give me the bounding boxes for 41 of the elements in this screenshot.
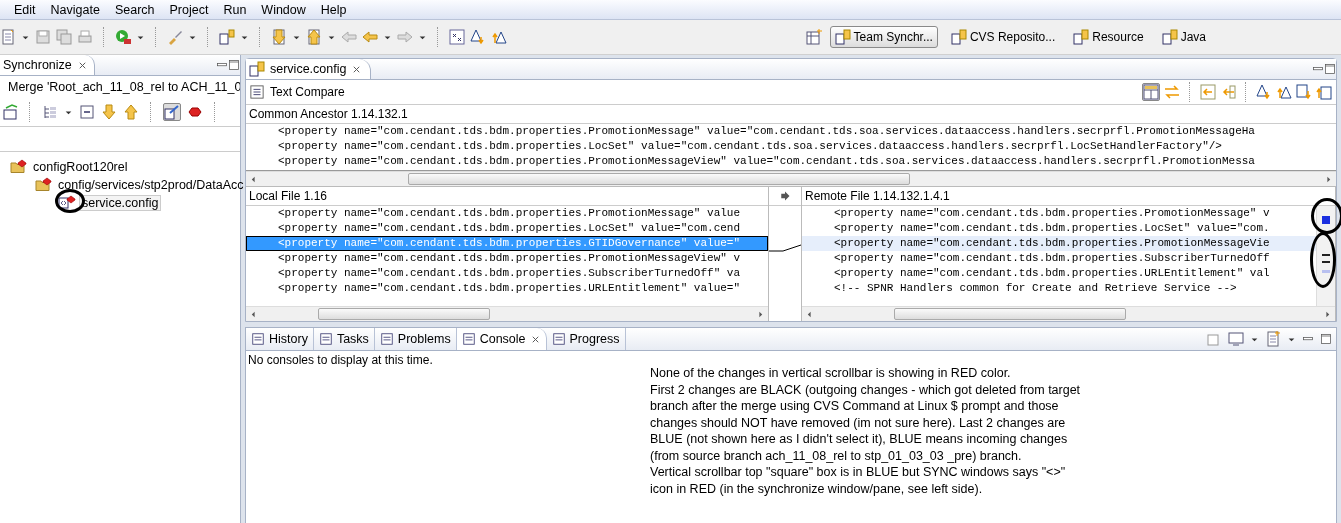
- tree-item[interactable]: service.config: [79, 195, 162, 211]
- perspective-button[interactable]: CVS Reposito...: [945, 26, 1061, 48]
- code-line: <property name="com.cendant.tds.bdm.properties.PromotionMessageView" value="com.cendant.tds.soa.services.dataaccess.handlers.secrprfl.PromotionMessa: [277, 154, 1256, 169]
- annotation-text: First 2 changes are BLACK (outgoing changes - which got deleted from target branch after the merge using CVS Command at Linux $ prompt and those changes should NOT have removed (im not sure here). Last 2 changes are BLUE (not shown here as I didn't select it), BLUE means incoming changes (from source branch ach_11_08_rel to stp_01_03_03 _pre) branch.: [650, 381, 1082, 464]
- tree-item[interactable]: configRoot120rel: [31, 160, 130, 174]
- pane-label: Remote File 1.14.132.1.4.1: [805, 189, 950, 203]
- code-line: <property name="com.cendant.tds.bdm.properties.PromotionMessage" value="com.cendant.tds.soa.services.dataaccess.handlers.secrprfl.PromotionMessageHa: [277, 124, 1256, 139]
- code-line: <property name="com.cendant.tds.bdm.properties.LocSet" value="com.: [833, 221, 1271, 236]
- synchronization-title: Merge 'Root_ach_11_08_rel to ACH_11_0: [8, 80, 240, 94]
- menu-item[interactable]: Search: [114, 2, 155, 17]
- code-line: <property name="com.cendant.tds.bdm.properties.PromotionMessage" value: [277, 206, 742, 221]
- annotation-text: Vertical scrollbar top "square" box is in BLUE but SYNC windows says "<>" icon in RED (in the synchronize window/pane, see left side).: [650, 464, 1067, 497]
- panel-tab[interactable]: Tasks: [313, 328, 375, 350]
- menu-item[interactable]: Help: [320, 2, 347, 17]
- menu-item[interactable]: Run: [223, 2, 247, 17]
- code-line: <property name="com.cendant.tds.bdm.properties.SubscriberTurnedOff" va: [277, 266, 742, 281]
- annotation-text: None of the changes in vertical scrollbar is showing in RED color.: [650, 365, 1012, 382]
- code-line: <property name="com.cendant.tds.bdm.properties.PromotionMessage" v: [833, 206, 1271, 221]
- code-line: <property name="com.cendant.tds.bdm.properties.URLEntitlement" value=": [277, 281, 742, 296]
- menu-item[interactable]: Window: [261, 2, 306, 17]
- menu-item[interactable]: Project: [169, 2, 209, 17]
- compare-title: Text Compare: [270, 85, 345, 99]
- code-line: <property name="com.cendant.tds.bdm.properties.URLEntitlement" val: [833, 266, 1271, 281]
- menu-item[interactable]: Edit: [14, 2, 36, 17]
- perspective-button[interactable]: Resource: [1068, 26, 1149, 48]
- pane-label: Common Ancestor 1.14.132.1: [249, 107, 408, 121]
- code-line: <!-- SPNR Handlers common for Create and Retrieve Service -->: [833, 281, 1238, 296]
- code-line: <property name="com.cendant.tds.bdm.properties.LocSet" value="com.cendant.tds.soa.services.dataaccess.handlers.secrprfl.LocSetHandlerFactory"/>: [277, 139, 1223, 154]
- menu-item[interactable]: Navigate: [50, 2, 100, 17]
- code-line: <property name="com.cendant.tds.bdm.properties.PromotionMessageView" v: [277, 251, 742, 266]
- panel-tab[interactable]: History: [246, 328, 314, 350]
- perspective-button[interactable]: Java: [1156, 26, 1211, 48]
- perspective-button[interactable]: Team Synchr...: [829, 26, 938, 48]
- panel-tab[interactable]: Problems: [374, 328, 457, 350]
- panel-tab[interactable]: Progress: [546, 328, 626, 350]
- console-message: No consoles to display at this time.: [247, 352, 434, 369]
- code-line: <property name="com.cendant.tds.bdm.properties.LocSet" value="com.cend: [277, 221, 742, 236]
- tree-item[interactable]: config/services/stp2prod/DataAcc: [56, 178, 246, 192]
- panel-tab[interactable]: Console: [456, 328, 547, 350]
- code-line: <property name="com.cendant.tds.bdm.properties.SubscriberTurnedOff: [833, 251, 1271, 266]
- pane-label: Local File 1.16: [249, 189, 328, 203]
